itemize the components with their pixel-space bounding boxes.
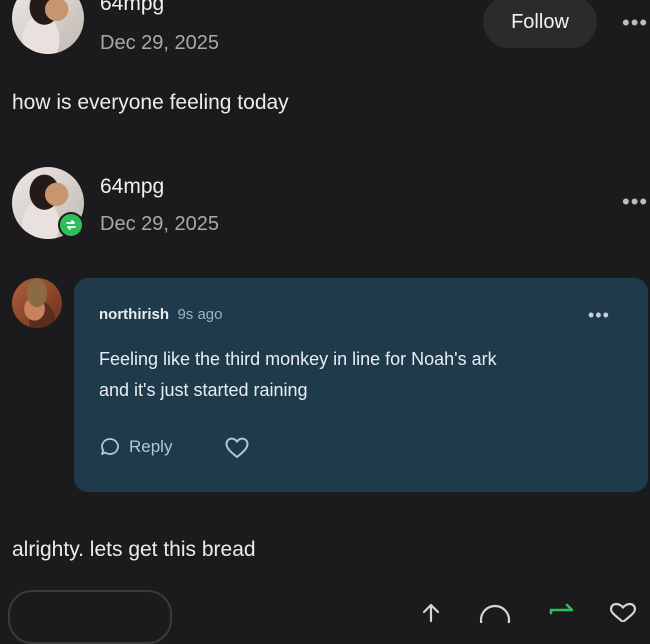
reblog-date: Dec 29, 2025 <box>100 213 219 235</box>
like-icon[interactable] <box>606 602 640 622</box>
more-options-icon[interactable]: ••• <box>622 12 648 34</box>
avatar[interactable] <box>12 0 84 54</box>
post-username[interactable]: 64mpg <box>100 0 164 16</box>
reply-label: Reply <box>129 437 173 456</box>
reblog-text: alrighty. lets get this bread <box>12 538 256 561</box>
comment-text-line: and it's just started raining <box>99 380 308 400</box>
reblog-action-icon[interactable] <box>548 601 578 621</box>
reblog-icon <box>58 212 84 238</box>
notes-pill[interactable] <box>8 590 172 644</box>
comment-text: Feeling like the third monkey in line fo… <box>99 344 497 406</box>
follow-button[interactable]: Follow <box>483 0 597 48</box>
reply-button[interactable]: Reply <box>99 436 172 458</box>
heart-icon[interactable] <box>224 436 250 460</box>
comment-text-line: Feeling like the third monkey in line fo… <box>99 349 497 369</box>
post-date: Dec 29, 2025 <box>100 32 219 54</box>
reblog-arrows-icon <box>66 220 76 230</box>
comment-time: 9s ago <box>177 306 223 323</box>
speech-bubble-icon <box>101 438 119 455</box>
comment-icon[interactable] <box>478 603 512 623</box>
commenter-avatar[interactable] <box>12 278 62 328</box>
comment-card: northirish 9s ago ••• Feeling like the t… <box>74 278 648 492</box>
reblog-username[interactable]: 64mpg <box>100 175 164 199</box>
avatar-image <box>12 0 84 54</box>
post-text: how is everyone feeling today <box>12 91 289 114</box>
comment-header: northirish 9s ago <box>99 306 223 324</box>
share-icon[interactable] <box>418 603 444 623</box>
comment-more-icon[interactable]: ••• <box>588 306 610 324</box>
comment-username[interactable]: northirish <box>99 306 169 323</box>
more-options-icon[interactable]: ••• <box>622 191 648 213</box>
